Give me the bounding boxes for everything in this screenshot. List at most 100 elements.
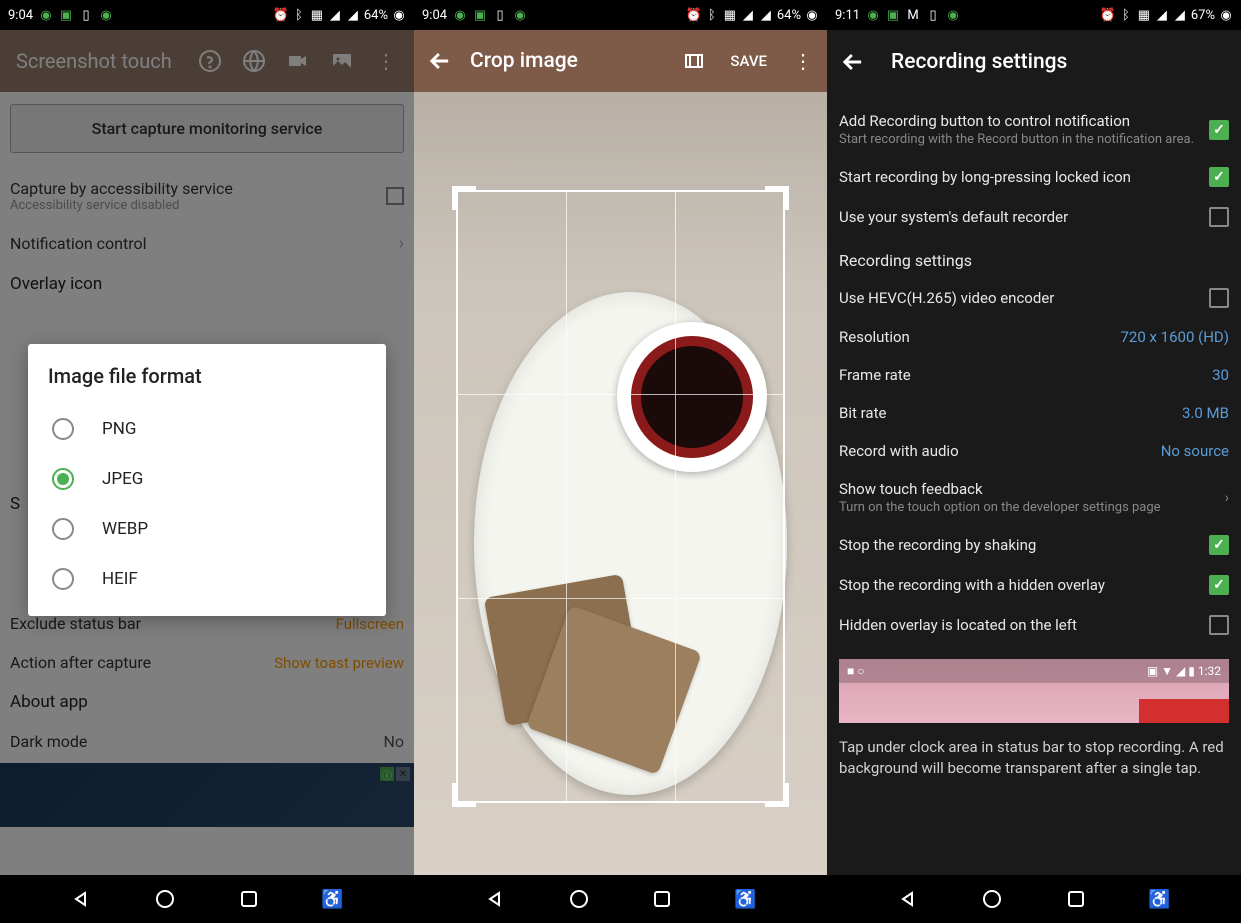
nav-back-icon[interactable] — [897, 887, 921, 911]
chevron-right-icon: › — [1225, 490, 1229, 506]
nav-bar: ♿ — [0, 875, 414, 923]
nav-back-icon[interactable] — [484, 887, 508, 911]
nav-accessibility-icon[interactable]: ♿ — [320, 887, 344, 911]
bluetooth-icon: ᛒ — [1119, 8, 1133, 22]
row-sub: Start recording with the Record button i… — [839, 132, 1199, 147]
overlay-left-row[interactable]: Hidden overlay is located on the left — [839, 605, 1229, 645]
default-recorder-row[interactable]: Use your system's default recorder — [839, 197, 1229, 237]
back-icon[interactable] — [426, 47, 454, 75]
phone-2-crop: 9:04 ◉ ▣ ▯ ◉ ⏰ ᛒ ▦ ◢ ◢ 64% ◉ Crop image … — [414, 0, 827, 923]
more-icon[interactable]: ⋮ — [791, 49, 815, 73]
nav-bar: ♿ — [827, 875, 1241, 923]
battery-pct: 67% — [1191, 8, 1215, 23]
audio-row[interactable]: Record with audio No source — [839, 432, 1229, 470]
checkbox[interactable] — [1209, 207, 1229, 227]
phone-1-settings: 9:04 ◉ ▣ ▯ ◉ ⏰ ᛒ ▦ ◢ ◢ 64% ◉ Screenshot … — [0, 0, 414, 923]
bluetooth-icon: ᛒ — [705, 8, 719, 22]
nav-recent-icon[interactable] — [1064, 887, 1088, 911]
nav-home-icon[interactable] — [980, 887, 1004, 911]
status-time: 9:04 — [8, 8, 33, 23]
signal-icon: ◢ — [741, 8, 755, 22]
app2-icon: ◉ — [99, 8, 113, 22]
circle-icon: ○ — [857, 664, 864, 678]
radio-icon[interactable] — [52, 418, 74, 440]
signal2-icon: ◢ — [346, 8, 360, 22]
shake-row[interactable]: Stop the recording by shaking — [839, 525, 1229, 565]
hidden-overlay-row[interactable]: Stop the recording with a hidden overlay — [839, 565, 1229, 605]
status-bar: 9:11 ◉ ▣ M ▯ ◉ ⏰ ᛒ ▦ ◢ ◢ 67% ◉ — [827, 0, 1241, 30]
nav-back-icon[interactable] — [70, 887, 94, 911]
battery-icon: ◉ — [805, 8, 819, 22]
battery-icon: ▮ — [1188, 664, 1195, 678]
grid-line — [456, 394, 785, 395]
volte-icon: ▦ — [1137, 8, 1151, 22]
framerate-row[interactable]: Frame rate 30 — [839, 356, 1229, 394]
crop-handle-br[interactable] — [765, 783, 789, 807]
bitrate-row[interactable]: Bit rate 3.0 MB — [839, 394, 1229, 432]
sim-icon: ▯ — [493, 8, 507, 22]
nav-recent-icon[interactable] — [650, 887, 674, 911]
resolution-row[interactable]: Resolution 720 x 1600 (HD) — [839, 318, 1229, 356]
video-icon: ■ — [847, 664, 854, 678]
crop-handle-bl[interactable] — [452, 783, 476, 807]
alarm-icon: ⏰ — [1101, 8, 1115, 22]
radio-option-png[interactable]: PNG — [48, 404, 366, 454]
crop-handle-tr[interactable] — [765, 186, 789, 210]
phone-3-recording: 9:11 ◉ ▣ M ▯ ◉ ⏰ ᛒ ▦ ◢ ◢ 67% ◉ Recording… — [827, 0, 1241, 923]
row-value: 30 — [1212, 366, 1229, 384]
volte-icon: ▦ — [723, 8, 737, 22]
crop-canvas[interactable] — [414, 92, 827, 875]
hevc-row[interactable]: Use HEVC(H.265) video encoder — [839, 278, 1229, 318]
add-button-row[interactable]: Add Recording button to control notifica… — [839, 102, 1229, 157]
app-icon: ▣ — [59, 8, 73, 22]
crop-handle-tl[interactable] — [452, 186, 476, 210]
app2-icon: ◉ — [946, 8, 960, 22]
radio-label: WEBP — [102, 519, 148, 539]
recording-section: Recording settings — [839, 237, 1229, 278]
signal-icon: ◢ — [1155, 8, 1169, 22]
app-icon: ▣ — [886, 8, 900, 22]
dialog-title: Image file format — [48, 364, 366, 388]
status-time: 9:04 — [422, 8, 447, 23]
row-title: Resolution — [839, 328, 910, 346]
radio-option-heif[interactable]: HEIF — [48, 554, 366, 604]
settings-body: Add Recording button to control notifica… — [827, 94, 1241, 875]
signal2-icon: ◢ — [1173, 8, 1187, 22]
row-title: Use HEVC(H.265) video encoder — [839, 289, 1054, 307]
nav-home-icon[interactable] — [153, 887, 177, 911]
radio-icon[interactable] — [52, 518, 74, 540]
back-icon[interactable] — [839, 48, 867, 76]
checkbox[interactable] — [1209, 167, 1229, 187]
nav-accessibility-icon[interactable]: ♿ — [733, 887, 757, 911]
red-indicator — [1139, 699, 1229, 723]
nav-accessibility-icon[interactable]: ♿ — [1147, 887, 1171, 911]
aspect-ratio-icon[interactable] — [682, 49, 706, 73]
nav-bar: ♿ — [414, 875, 827, 923]
alarm-icon: ⏰ — [687, 8, 701, 22]
hint-text: Tap under clock area in status bar to st… — [839, 723, 1229, 793]
volte-icon: ▦ — [310, 8, 324, 22]
radio-icon[interactable] — [52, 568, 74, 590]
touch-row[interactable]: Show touch feedback Turn on the touch op… — [839, 470, 1229, 525]
radio-icon[interactable] — [52, 468, 74, 490]
nav-home-icon[interactable] — [567, 887, 591, 911]
radio-option-webp[interactable]: WEBP — [48, 504, 366, 554]
battery-icon: ◉ — [1219, 8, 1233, 22]
crop-frame[interactable] — [456, 190, 785, 803]
status-bar: 9:04 ◉ ▣ ▯ ◉ ⏰ ᛒ ▦ ◢ ◢ 64% ◉ — [414, 0, 827, 30]
checkbox[interactable] — [1209, 575, 1229, 595]
checkbox[interactable] — [1209, 615, 1229, 635]
checkbox[interactable] — [1209, 120, 1229, 140]
status-bar: 9:04 ◉ ▣ ▯ ◉ ⏰ ᛒ ▦ ◢ ◢ 64% ◉ — [0, 0, 414, 30]
nav-recent-icon[interactable] — [237, 887, 261, 911]
radio-option-jpeg[interactable]: JPEG — [48, 454, 366, 504]
checkbox[interactable] — [1209, 535, 1229, 555]
longpress-row[interactable]: Start recording by long-pressing locked … — [839, 157, 1229, 197]
row-value: 3.0 MB — [1182, 404, 1229, 422]
file-format-dialog: Image file format PNGJPEG WEBP HEIF — [28, 344, 386, 616]
checkbox[interactable] — [1209, 288, 1229, 308]
save-button[interactable]: SAVE — [730, 52, 767, 70]
row-title: Stop the recording by shaking — [839, 536, 1036, 554]
battery-pct: 64% — [777, 8, 801, 23]
crop-toolbar: Crop image SAVE ⋮ — [414, 30, 827, 92]
